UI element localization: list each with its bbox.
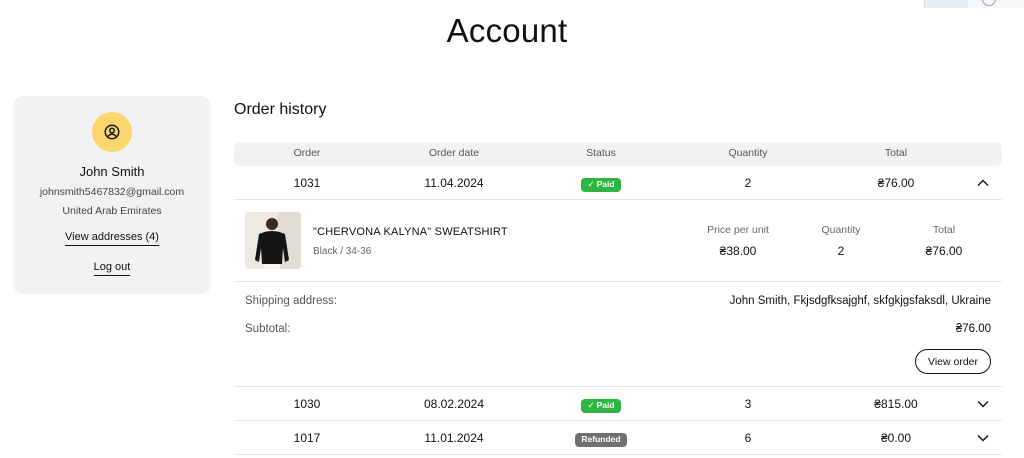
- order-number: 1017: [293, 431, 321, 445]
- customer-name: John Smith: [79, 164, 145, 179]
- status-badge: Refunded: [575, 433, 627, 447]
- order-total: ₴0.00: [880, 431, 912, 445]
- item-quantity-label: Quantity: [821, 224, 861, 236]
- widget-icon-area[interactable]: [968, 0, 1024, 8]
- user-circle-icon: [92, 112, 132, 152]
- item-quantity-value: 2: [837, 244, 845, 258]
- order-date: 11.04.2024: [424, 176, 484, 190]
- header-total: Total: [884, 147, 908, 159]
- order-number: 1030: [293, 397, 321, 411]
- customer-email: johnsmith5467832@gmail.com: [39, 186, 185, 198]
- status-cell: ✓ Paid: [528, 397, 674, 413]
- order-history-title: Order history: [234, 101, 327, 118]
- circle-icon: [982, 0, 996, 6]
- table-header: Order Order date Status Quantity Total: [234, 142, 1002, 166]
- status-cell: Refunded: [528, 431, 674, 447]
- subtotal-value: ₴76.00: [955, 323, 991, 335]
- check-icon: ✓: [587, 179, 595, 189]
- table-row[interactable]: 1030 08.02.2024 ✓ Paid 3 ₴815.00: [234, 387, 1002, 421]
- price-per-unit-label: Price per unit: [707, 224, 769, 236]
- header-status: Status: [586, 147, 616, 159]
- shipping-address-value: John Smith, Fkjsdgfksajghf, skfgkjgsfaks…: [729, 295, 991, 307]
- order-number: 1031: [293, 176, 321, 190]
- order-line-item: "CHERVONA KALYNA" SWEATSHIRT Black / 34-…: [234, 200, 1002, 282]
- item-total-value: ₴76.00: [925, 244, 963, 258]
- account-card: John Smith johnsmith5467832@gmail.com Un…: [13, 96, 211, 294]
- status-text: Paid: [596, 400, 615, 410]
- shipping-address-label: Shipping address:: [245, 295, 338, 307]
- order-date: 11.01.2024: [424, 431, 484, 445]
- chevron-up-icon[interactable]: [976, 176, 990, 190]
- order-quantity: 2: [744, 176, 752, 190]
- order-summary: Shipping address: John Smith, Fkjsdgfksa…: [234, 282, 1002, 386]
- order-detail-panel: "CHERVONA KALYNA" SWEATSHIRT Black / 34-…: [234, 200, 1002, 387]
- view-addresses-link-wrap: View addresses (4): [13, 231, 211, 246]
- product-thumbnail[interactable]: [245, 212, 301, 269]
- order-history-table: Order Order date Status Quantity Total 1…: [234, 142, 1002, 455]
- status-badge: ✓ Paid: [581, 399, 621, 413]
- product-variant: Black / 34-36: [313, 246, 372, 257]
- status-badge: ✓ Paid: [581, 178, 621, 192]
- status-cell: ✓ Paid: [528, 176, 674, 192]
- table-row[interactable]: 1031 11.04.2024 ✓ Paid 2 ₴76.00: [234, 166, 1002, 200]
- logout-link[interactable]: Log out: [93, 261, 131, 276]
- order-date: 08.02.2024: [423, 397, 485, 411]
- browser-extension-widget[interactable]: [924, 0, 1024, 8]
- header-order-date: Order date: [428, 147, 480, 159]
- subtotal-label: Subtotal:: [245, 323, 291, 335]
- product-name[interactable]: "CHERVONA KALYNA" SWEATSHIRT: [313, 226, 508, 238]
- header-order: Order: [293, 147, 321, 159]
- order-total: ₴76.00: [877, 176, 915, 190]
- page-title: Account: [446, 12, 568, 49]
- widget-tab[interactable]: [924, 0, 968, 8]
- order-total: ₴815.00: [874, 397, 918, 411]
- chevron-down-icon[interactable]: [976, 431, 990, 445]
- status-text: Paid: [596, 179, 615, 189]
- order-quantity: 6: [744, 431, 752, 445]
- header-quantity: Quantity: [728, 147, 768, 159]
- chevron-down-icon[interactable]: [976, 397, 990, 411]
- view-order-button[interactable]: View order: [915, 349, 991, 374]
- view-addresses-link[interactable]: View addresses (4): [65, 231, 159, 246]
- customer-country: United Arab Emirates: [62, 205, 162, 217]
- check-icon: ✓: [587, 400, 595, 410]
- price-per-unit-value: ₴38.00: [719, 244, 757, 258]
- logout-link-wrap: Log out: [13, 261, 211, 276]
- table-row[interactable]: 1017 11.01.2024 Refunded 6 ₴0.00: [234, 421, 1002, 455]
- item-total-label: Total: [932, 224, 956, 236]
- order-quantity: 3: [744, 397, 752, 411]
